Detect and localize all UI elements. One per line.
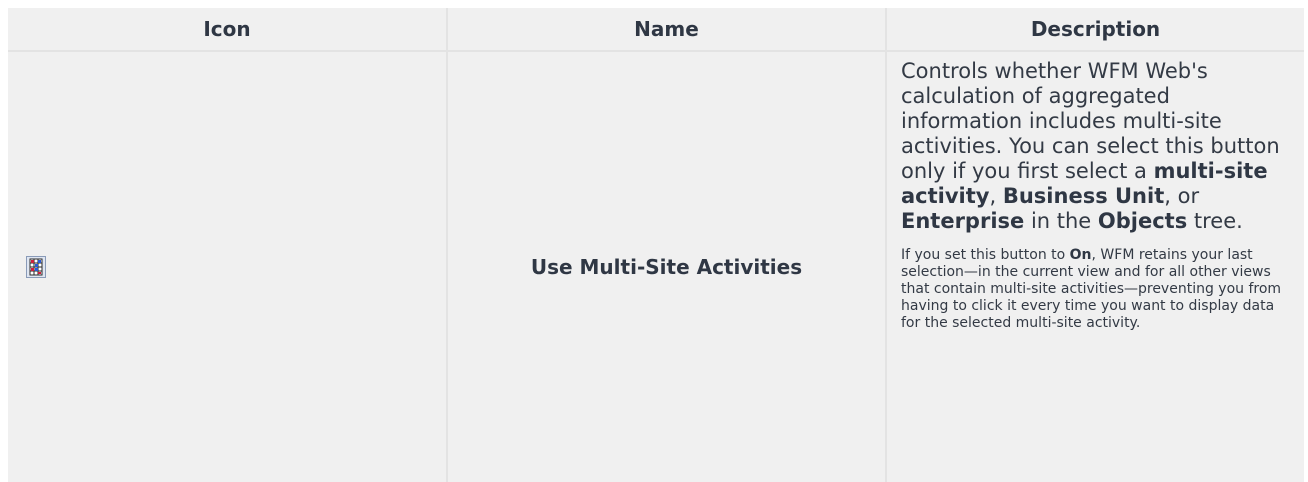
header-name: Name [446,8,885,52]
header-icon: Icon [8,8,446,52]
description-note: If you set this button to On, WFM retain… [901,247,1282,331]
table-row: Use Multi-Site Activities Controls wheth… [8,52,1304,482]
header-description: Description [885,8,1304,52]
icon-cell [8,52,446,482]
toolbar-buttons-table: Icon Name Description Use Multi-Site Act… [8,8,1304,482]
description-main: Controls whether WFM Web's calculation o… [901,59,1280,233]
description-cell: Controls whether WFM Web's calculation o… [885,52,1304,482]
table-header-row: Icon Name Description [8,8,1304,52]
multi-site-activities-icon [26,256,46,278]
name-cell: Use Multi-Site Activities [446,52,885,482]
